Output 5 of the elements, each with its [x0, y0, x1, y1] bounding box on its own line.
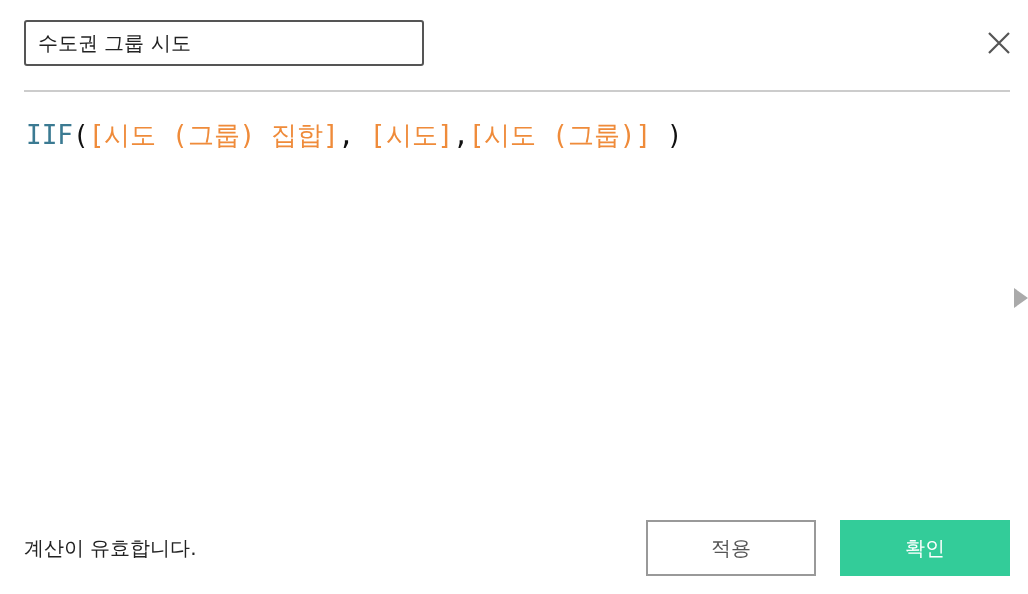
formula-text[interactable]: IIF([시도 (그룹) 집합], [시도],[시도 (그룹)] ): [26, 118, 683, 153]
calculation-name-field[interactable]: 수도권 그룹 시도: [24, 20, 424, 66]
validation-message: 계산이 유효합니다.: [24, 534, 197, 562]
close-icon[interactable]: [988, 32, 1010, 54]
apply-button[interactable]: 적용: [646, 520, 816, 576]
